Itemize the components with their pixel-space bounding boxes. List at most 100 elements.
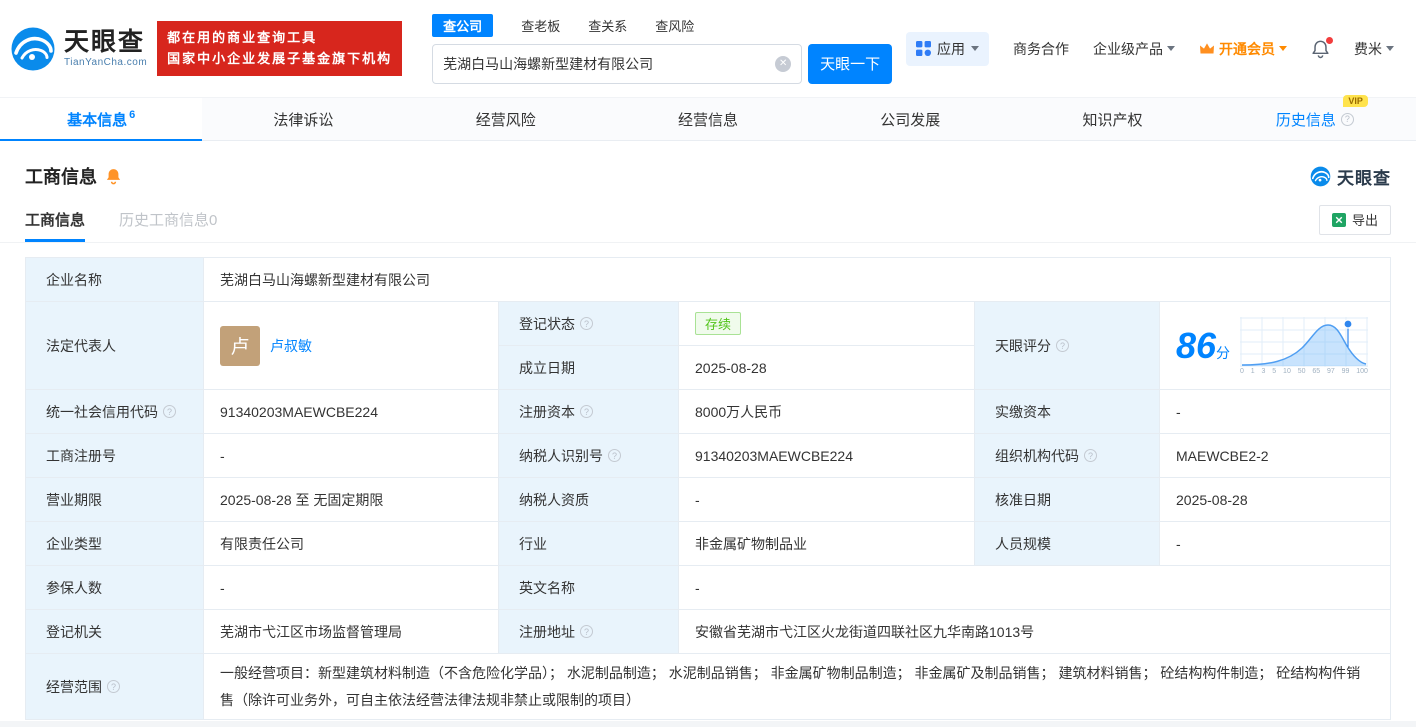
tab-basic-info-label: 基本信息 <box>67 111 128 129</box>
help-icon[interactable]: ? <box>580 405 593 418</box>
table-row: 营业期限 2025-08-28 至 无固定期限 纳税人资质 - 核准日期 202… <box>25 477 1391 522</box>
tab-operating-risk[interactable]: 经营风险 <box>405 98 607 140</box>
table-row: 登记机关 芜湖市弋江区市场监督管理局 注册地址 ? 安徽省芜湖市弋江区火龙街道四… <box>25 609 1391 654</box>
tianyancha-watermark-icon <box>1310 166 1331 186</box>
tab-business-label: 经营信息 <box>677 111 738 129</box>
promo-banner: 都在用的商业查询工具 国家中小企业发展子基金旗下机构 <box>157 21 403 76</box>
crown-icon <box>1200 43 1214 54</box>
reg-authority-value: 芜湖市弋江区市场监督管理局 <box>203 609 499 654</box>
promo-banner-line1: 都在用的商业查询工具 <box>167 30 318 46</box>
field-label: 成立日期 <box>498 345 679 390</box>
help-icon[interactable]: ? <box>580 625 593 638</box>
field-label: 英文名称 <box>498 565 679 610</box>
staff-size-value: - <box>1159 521 1391 566</box>
help-icon[interactable]: ? <box>163 405 176 418</box>
nav-cooperation-label: 商务合作 <box>1013 40 1069 57</box>
table-row: 工商注册号 - 纳税人识别号 ? 91340203MAEWCBE224 组织机构… <box>25 433 1391 478</box>
tianyancha-logo-icon <box>11 27 55 70</box>
notification-bell[interactable] <box>1311 36 1333 59</box>
score-label: 天眼评分 <box>995 337 1051 354</box>
company-type-value: 有限责任公司 <box>203 521 499 566</box>
field-label: 参保人数 <box>25 565 204 610</box>
chevron-down-icon <box>1279 46 1287 51</box>
table-row: 经营范围 ? 一般经营项目：新型建筑材料制造（不含危险化学品）； 水泥制品制造；… <box>25 652 1391 721</box>
nav-open-vip[interactable]: 开通会员 <box>1199 39 1287 59</box>
tab-intellectual-property[interactable]: 知识产权 <box>1011 98 1213 140</box>
clear-icon[interactable]: ✕ <box>775 55 792 72</box>
legal-rep-cell: 卢 卢叔敏 <box>203 301 499 390</box>
tab-history-info[interactable]: VIP 历史信息 ? <box>1214 94 1416 140</box>
field-label: 注册资本 ? <box>498 389 679 434</box>
apps-menu[interactable]: 应用 <box>906 31 989 66</box>
nav-enterprise-label: 企业级产品 <box>1093 40 1163 57</box>
search-button[interactable]: 天眼一下 <box>808 43 893 84</box>
subscribe-bell-icon[interactable] <box>105 167 122 185</box>
nav-enterprise-products[interactable]: 企业级产品 <box>1093 39 1175 59</box>
search-input[interactable] <box>443 55 776 72</box>
help-icon[interactable]: ? <box>1340 112 1354 126</box>
business-info-table: 企业名称 芜湖白马山海螺新型建材有限公司 法定代表人 卢 卢叔敏 登记状态 ? … <box>25 257 1391 721</box>
field-label: 注册地址 ? <box>498 609 679 654</box>
legal-rep-link[interactable]: 卢叔敏 <box>270 336 312 356</box>
help-icon[interactable]: ? <box>580 317 593 330</box>
table-row: 企业类型 有限责任公司 行业 非金属矿物制品业 人员规模 - <box>25 521 1391 566</box>
tab-legal-proceedings[interactable]: 法律诉讼 <box>202 98 404 140</box>
field-label: 天眼评分 ? <box>974 301 1160 390</box>
footer-strip <box>0 721 1416 727</box>
export-button[interactable]: 导出 <box>1318 204 1391 235</box>
search-tab-company[interactable]: 查公司 <box>432 13 494 37</box>
score-link[interactable]: 86分 0 1 3 5 10 50 65 97 99 100 <box>1176 316 1374 375</box>
logo-domain: TianYanCha.com <box>64 56 148 68</box>
search-tab-relation[interactable]: 查关系 <box>588 16 627 35</box>
subtab-history-registration[interactable]: 历史工商信息0 <box>119 197 217 242</box>
avatar[interactable]: 卢 <box>220 325 260 366</box>
field-label: 实缴资本 <box>974 389 1160 434</box>
field-label: 纳税人资质 <box>498 477 679 522</box>
nav-cooperation[interactable]: 商务合作 <box>1013 39 1069 59</box>
user-menu[interactable]: 费米 <box>1354 39 1394 59</box>
company-name-value: 芜湖白马山海螺新型建材有限公司 <box>203 257 1391 302</box>
tab-business-info[interactable]: 经营信息 <box>607 98 809 140</box>
reg-number-value: - <box>203 433 499 478</box>
field-label: 核准日期 <box>974 477 1160 522</box>
score-cell: 86分 0 1 3 5 10 50 65 97 99 100 <box>1159 301 1391 390</box>
field-label: 法定代表人 <box>25 301 204 390</box>
help-icon[interactable]: ? <box>107 680 120 694</box>
english-name-value: - <box>678 565 1391 610</box>
tianyancha-logo[interactable]: 天眼查 TianYanCha.com <box>10 26 147 72</box>
company-tab-bar: 基本信息 6 法律诉讼 经营风险 经营信息 公司发展 知识产权 VIP 历史信息… <box>0 94 1416 141</box>
tab-basic-info-count: 6 <box>129 109 136 121</box>
brand-watermark-text: 天眼查 <box>1337 168 1391 188</box>
reg-address-value: 安徽省芜湖市弋江区火龙街道四联社区九华南路1013号 <box>678 609 1391 654</box>
approval-date-value: 2025-08-28 <box>1159 477 1391 522</box>
credit-code-value: 91340203MAEWCBE224 <box>203 389 499 434</box>
field-label: 企业名称 <box>25 257 204 302</box>
insured-value: - <box>203 565 499 610</box>
field-label: 营业期限 <box>25 477 204 522</box>
search-tabs: 查公司 查老板 查关系 查风险 <box>432 13 892 37</box>
subtab-row: 工商信息 历史工商信息0 导出 <box>0 197 1416 243</box>
credit-code-label: 统一社会信用代码 <box>46 403 158 420</box>
field-label: 登记机关 <box>25 609 204 654</box>
apps-grid-icon <box>916 41 931 56</box>
help-icon[interactable]: ? <box>1056 339 1069 352</box>
tab-development-label: 公司发展 <box>880 111 941 129</box>
tab-legal-label: 法律诉讼 <box>273 111 334 129</box>
table-row: 法定代表人 卢 卢叔敏 登记状态 ? 存续 天眼评分 ? 86分 0 1 3 5… <box>25 301 1391 390</box>
score-curve-chart <box>1240 316 1369 367</box>
taxpayer-id-label: 纳税人识别号 <box>519 447 603 464</box>
search-tab-boss[interactable]: 查老板 <box>521 16 560 35</box>
org-code-value: MAEWCBE2-2 <box>1159 433 1391 478</box>
logo-title: 天眼查 <box>64 28 146 57</box>
export-button-label: 导出 <box>1351 213 1378 228</box>
help-icon[interactable]: ? <box>1084 449 1097 462</box>
subtab-business-registration[interactable]: 工商信息 <box>25 197 86 242</box>
help-icon[interactable]: ? <box>608 449 621 462</box>
search-tab-risk[interactable]: 查风险 <box>655 16 694 35</box>
business-scope-label: 经营范围 <box>46 678 102 695</box>
section-title: 工商信息 <box>25 167 97 187</box>
vip-badge: VIP <box>1343 94 1368 107</box>
section-header: 工商信息 天眼查 <box>0 141 1416 197</box>
tab-company-development[interactable]: 公司发展 <box>809 98 1011 140</box>
tab-basic-info[interactable]: 基本信息 6 <box>0 98 203 141</box>
